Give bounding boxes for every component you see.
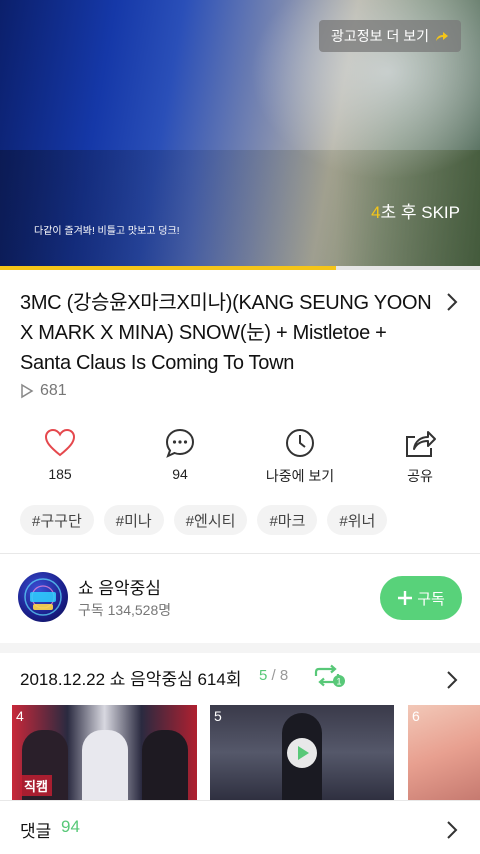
clock-icon [286, 429, 314, 457]
video-player[interactable]: 광고정보 더 보기 다같이 즐겨봐! 비틀고 맛보고 덩크! 4초 후 SKIP [0, 0, 480, 270]
comments-bar[interactable]: 댓글 94 [0, 800, 480, 854]
view-count-value: 681 [40, 382, 67, 399]
share-icon [406, 431, 436, 457]
like-button[interactable]: 185 [10, 426, 110, 482]
ad-info-button[interactable]: 광고정보 더 보기 [319, 20, 461, 52]
share-arrow-icon [436, 32, 448, 41]
tag-list: #구구단 #미나 #엔시티 #마크 #위너 [20, 505, 388, 535]
play-icon [287, 738, 317, 768]
comment-button[interactable]: 94 [130, 426, 230, 482]
clip-thumbnail[interactable]: 4 직캠 [12, 705, 197, 800]
tag-chip[interactable]: #위너 [327, 505, 388, 535]
tag-chip[interactable]: #미나 [103, 505, 164, 535]
episode-title[interactable]: 2018.12.22 쇼 음악중심 614회 [20, 665, 241, 690]
comment-icon [165, 428, 195, 458]
like-count: 185 [48, 466, 72, 482]
performer-figure [142, 730, 188, 800]
channel-subscribers: 구독 134,528명 [78, 602, 172, 618]
tag-chip[interactable]: #엔시티 [173, 505, 248, 535]
share-button[interactable]: 공유 [370, 426, 470, 486]
clip-index: 5 [214, 708, 222, 724]
channel-logo-image [24, 578, 62, 616]
channel-name[interactable]: 쇼 음악중심 [78, 574, 161, 599]
watch-later-label: 나중에 보기 [265, 468, 335, 484]
watch-later-button[interactable]: 나중에 보기 [250, 426, 350, 486]
plus-icon [398, 591, 413, 605]
subscribe-button[interactable]: 구독 [380, 576, 462, 620]
episode-position: 5 / 8 [259, 667, 288, 684]
repeat-badge: 1 [336, 677, 341, 687]
view-count: 681 [20, 382, 67, 400]
comments-label: 댓글 [20, 822, 52, 841]
clip-index: 6 [412, 708, 420, 724]
ad-info-label: 광고정보 더 보기 [331, 28, 429, 44]
comment-count: 94 [172, 466, 188, 482]
action-bar: 185 94 나중에 보기 공유 [0, 426, 480, 486]
tag-chip[interactable]: #구구단 [20, 505, 94, 535]
ad-subtitle: 다같이 즐겨봐! 비틀고 맛보고 덩크! [34, 226, 180, 237]
clip-thumbnail[interactable]: 6 [408, 705, 480, 800]
chevron-right-icon [447, 821, 458, 839]
chevron-right-icon[interactable] [446, 292, 458, 312]
section-separator [0, 643, 480, 653]
skip-label: 초 후 SKIP [380, 203, 460, 222]
divider [0, 553, 480, 554]
play-outline-icon [21, 383, 34, 399]
repeat-one-icon[interactable]: 1 [312, 664, 346, 688]
video-title: 3MC (강승윤X마크X미나)(KANG SEUNG YOON X MARK X… [20, 292, 432, 374]
tag-chip[interactable]: #마크 [257, 505, 318, 535]
share-label: 공유 [407, 468, 433, 484]
subscribe-label: 구독 [417, 590, 445, 608]
ad-progress-fill [0, 266, 336, 270]
clip-thumbnail[interactable]: 5 [210, 705, 394, 800]
episode-clip-list: 4 직캠 5 6 [0, 705, 480, 800]
episode-current: 5 [259, 667, 268, 684]
skip-countdown[interactable]: 4초 후 SKIP [371, 198, 460, 223]
episode-total: / 8 [271, 667, 289, 684]
chevron-right-icon[interactable] [446, 670, 458, 690]
clip-index: 4 [16, 708, 24, 724]
heart-icon [44, 428, 76, 457]
skip-seconds: 4 [371, 203, 381, 222]
channel-avatar[interactable] [18, 572, 68, 622]
performer-figure [82, 730, 128, 800]
comments-count: 94 [61, 817, 80, 836]
clip-caption: 직캠 [20, 775, 52, 796]
